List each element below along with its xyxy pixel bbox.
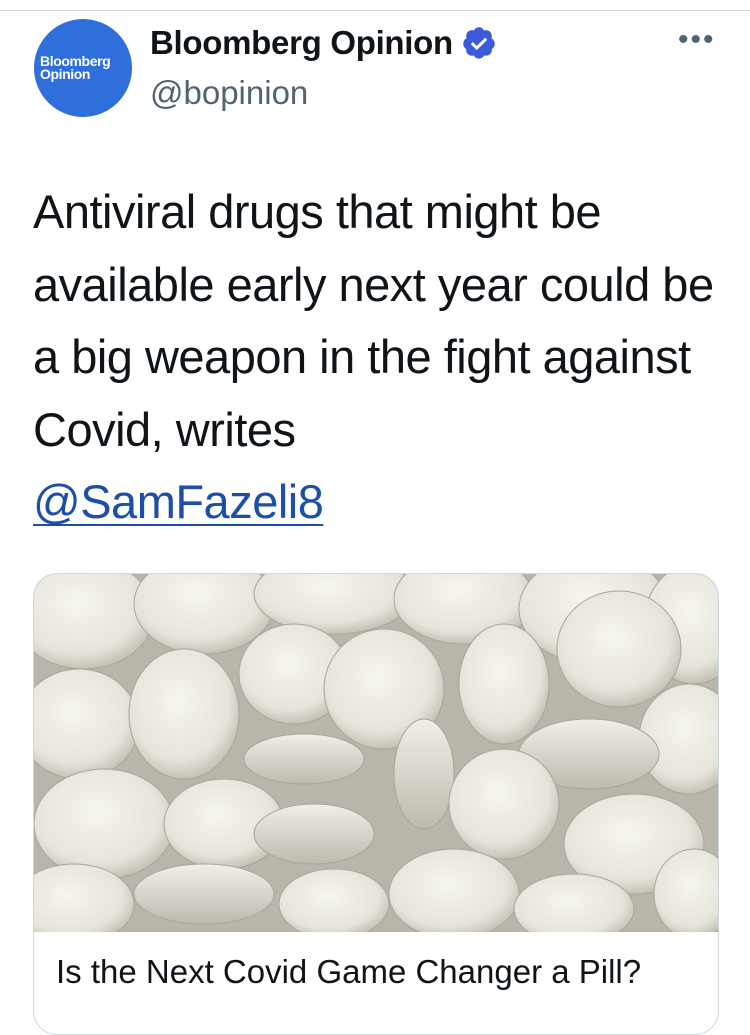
avatar-text-line2: Opinion: [40, 66, 91, 82]
more-options-icon[interactable]: •••: [678, 25, 716, 55]
tweet-body: Antiviral drugs that might be available …: [33, 185, 714, 456]
author-handle[interactable]: @bopinion: [150, 74, 308, 112]
white-pills-image: [34, 574, 718, 932]
top-divider: [0, 10, 750, 11]
tweet-text: Antiviral drugs that might be available …: [33, 176, 733, 539]
verified-badge-icon: [463, 27, 495, 59]
avatar[interactable]: Bloomberg Opinion: [34, 19, 132, 117]
mention-link[interactable]: @SamFazeli8: [33, 466, 733, 539]
card-title[interactable]: Is the Next Covid Game Changer a Pill?: [56, 950, 696, 994]
display-name[interactable]: Bloomberg Opinion: [150, 24, 453, 62]
author-name-row[interactable]: Bloomberg Opinion: [150, 24, 497, 62]
link-card[interactable]: Is the Next Covid Game Changer a Pill?: [33, 573, 719, 1035]
